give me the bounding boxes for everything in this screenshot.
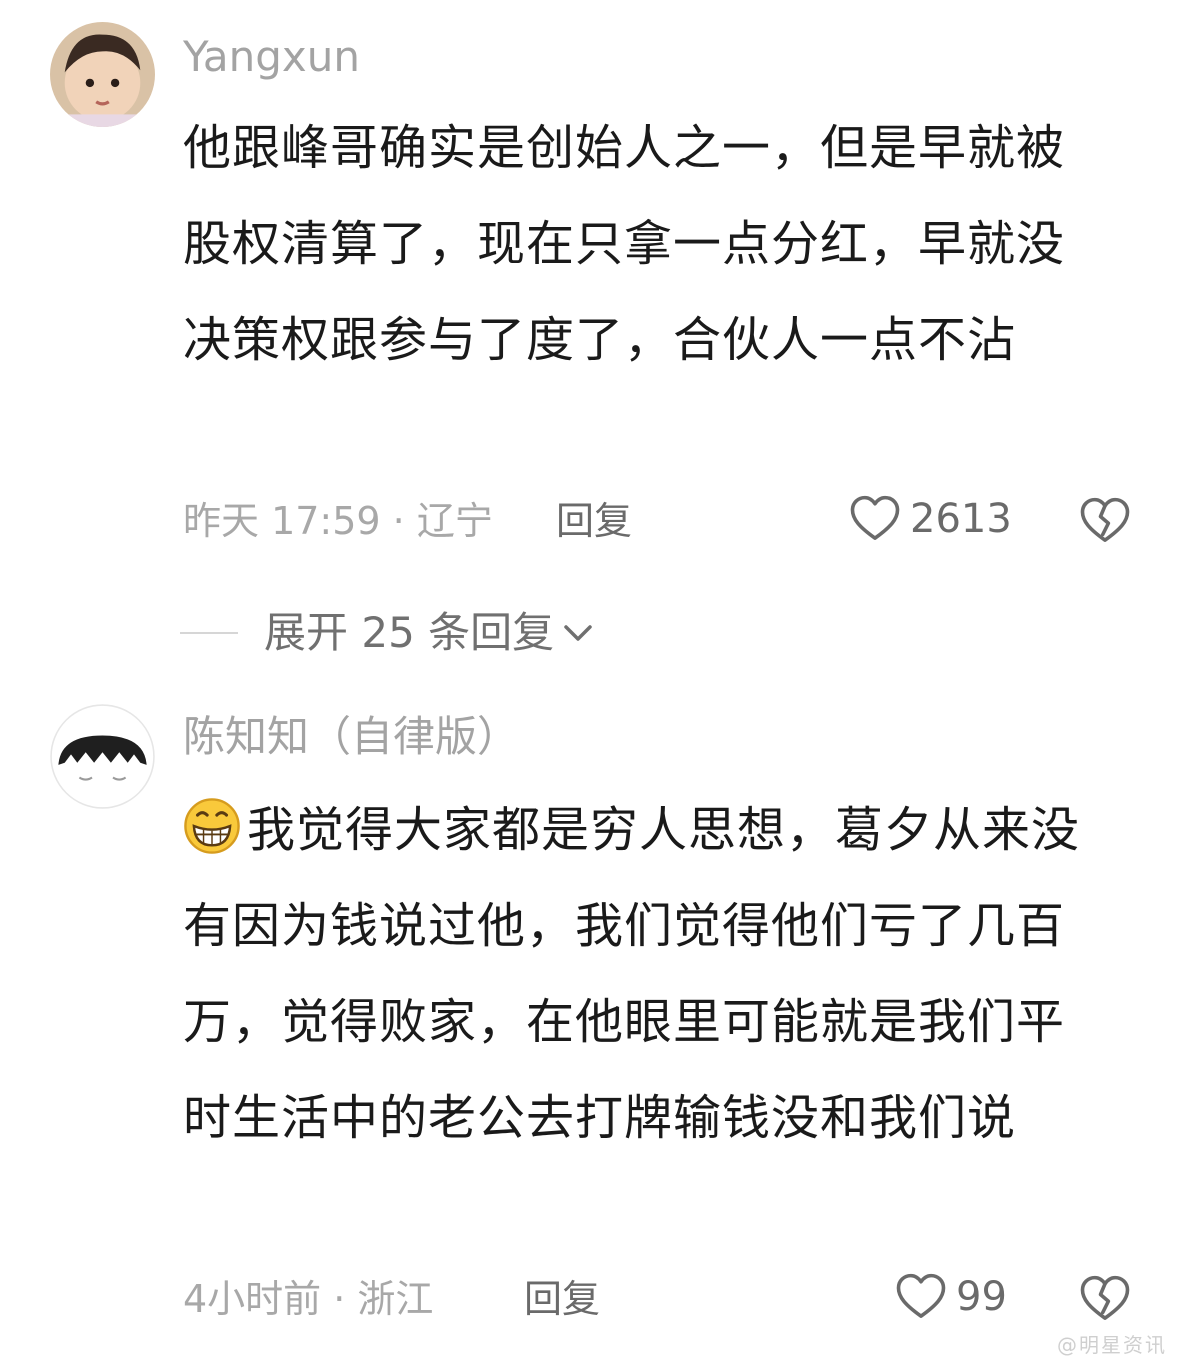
comment-text: 他跟峰哥确实是创始人之一，但是早就被股权清算了，现在只拿一点分红，早就没决策权跟… (183, 120, 1066, 368)
like-count: 2613 (910, 496, 1012, 542)
chevron-down-icon (564, 625, 592, 641)
comment-text-block: 我觉得大家都是穷人思想，葛夕从来没有因为钱说过他，我们觉得他们亏了几百万，觉得败… (183, 782, 1103, 1166)
avatar[interactable] (50, 704, 155, 809)
expand-replies-button[interactable]: 展开 25 条回复 (180, 612, 598, 654)
broken-heart-icon (1080, 497, 1130, 542)
comment-meta: 昨天 17:59 · 辽宁 (183, 499, 493, 543)
like-button[interactable]: 99 (894, 1270, 1007, 1324)
comment-meta: 4小时前 · 浙江 (183, 1277, 434, 1321)
avatar-baby-image (50, 22, 155, 127)
comment-username[interactable]: Yangxun (183, 36, 360, 78)
reply-button[interactable]: 回复 (524, 1280, 600, 1318)
expand-replies-label: 展开 25 条回复 (264, 608, 555, 657)
heart-outline-icon (896, 1273, 946, 1318)
dislike-button[interactable] (1078, 494, 1132, 548)
watermark: @明星资讯 (1057, 1333, 1167, 1357)
comment-username[interactable]: 陈知知（自律版） (183, 716, 519, 758)
reply-button[interactable]: 回复 (556, 502, 632, 540)
avatar[interactable] (50, 22, 155, 127)
broken-heart-icon (1080, 1275, 1130, 1320)
heart-outline-icon (850, 495, 900, 540)
like-count: 99 (956, 1274, 1007, 1320)
grinning-face-icon (184, 798, 240, 854)
dislike-button[interactable] (1078, 1272, 1132, 1326)
like-button[interactable]: 2613 (848, 492, 1012, 546)
comment-text: 我觉得大家都是穷人思想，葛夕从来没有因为钱说过他，我们觉得他们亏了几百万，觉得败… (183, 802, 1081, 1146)
avatar-cartoon-image (50, 704, 155, 809)
divider (180, 632, 238, 634)
